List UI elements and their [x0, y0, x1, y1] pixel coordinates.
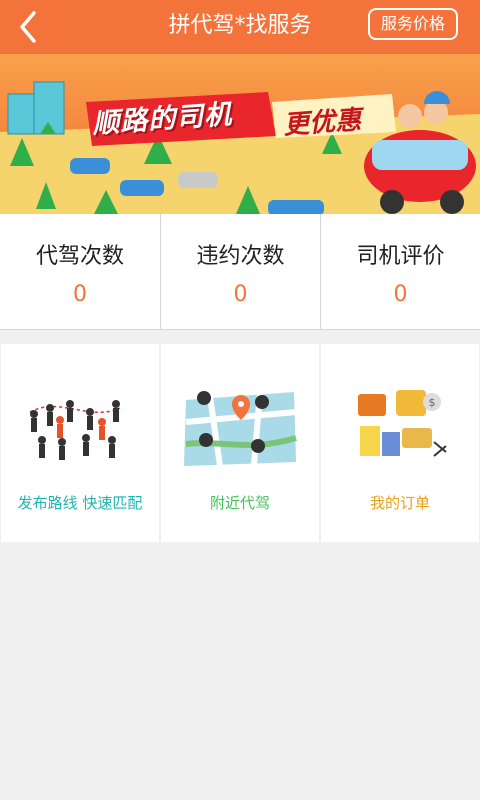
stat-value: 0 [393, 282, 408, 307]
my-orders-button[interactable]: $ 我的订单 [321, 344, 479, 542]
banner-illustration [0, 54, 480, 214]
menu-grid: 发布路线 快速匹配 附近代驾 $ 我的订单 [0, 344, 480, 542]
promo-banner[interactable]: 顺路的司机 更优惠 [0, 54, 480, 214]
menu-label: 我的订单 [369, 494, 430, 512]
nearby-driver-button[interactable]: 附近代驾 [161, 344, 319, 542]
stat-value: 0 [233, 282, 248, 307]
publish-route-button[interactable]: 发布路线 快速匹配 [1, 344, 159, 542]
shopping-orders-icon: $ [358, 390, 447, 457]
people-route-icon [29, 400, 121, 460]
menu-label: 附近代驾 [209, 494, 270, 512]
menu-label: 发布路线 快速匹配 [17, 494, 143, 512]
service-price-button[interactable]: 服务价格 [368, 8, 458, 40]
stat-label: 违约次数 [196, 244, 285, 269]
app-header: 拼代驾*找服务 服务价格 [0, 0, 480, 54]
stat-breach-count: 违约次数 0 [160, 214, 320, 330]
svg-text:$: $ [429, 396, 436, 409]
stat-label: 司机评价 [356, 244, 445, 269]
banner-slogan-highlight: 更优惠 [282, 105, 363, 141]
stat-driver-rating: 司机评价 0 [320, 214, 480, 330]
map-location-icon [184, 391, 297, 467]
stats-panel: 代驾次数 0 违约次数 0 司机评价 0 [0, 214, 480, 330]
stat-label: 代驾次数 [35, 244, 124, 269]
stat-drive-count: 代驾次数 0 [0, 214, 160, 330]
stat-value: 0 [73, 282, 87, 307]
